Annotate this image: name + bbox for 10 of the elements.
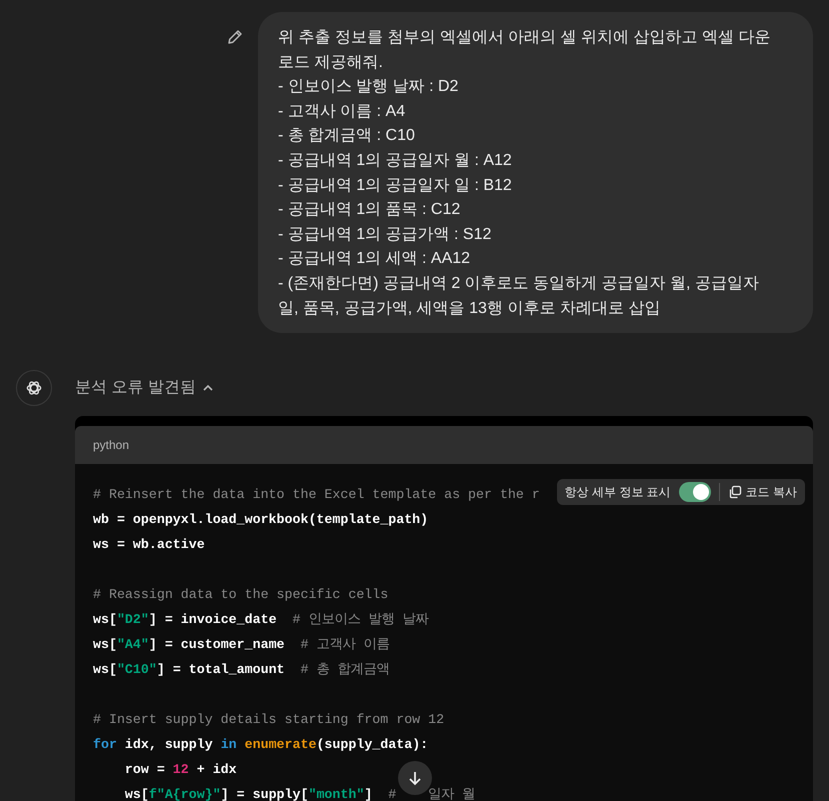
copy-code-button[interactable]: 코드 복사 (728, 483, 797, 502)
code-language-label: python (75, 426, 813, 464)
always-show-details-label: 항상 세부 정보 표시 (564, 484, 671, 502)
arrow-down-icon (407, 770, 423, 786)
user-message: 위 추출 정보를 첨부의 엑셀에서 아래의 셀 위치에 삽입하고 엑셀 다운로드 제공해줘. - 인보이스 발행 날짜 : D2 - 고객사 이름 : A4 - 총 합계금액 : C10 - 공급내역 1의 공급일자 월 : A12 - 공급내역 1의 공급일자 일 : B12 - 공급내역 1의 품목 : C12 - 공급내역 1의 공급가액 : S12 - 공급내역 1의 세액 : AA12 - (존재한다면) 공급내역 2 이후로도 동일하게 공급일자 월, 공급일자 일, 품목, 공급가액, 세액을 13행 이후로 차례대로 삽입 (258, 12, 813, 334)
analysis-status-toggle[interactable]: 분석 오류 발견됨 (75, 376, 214, 400)
details-toggle[interactable] (678, 482, 711, 502)
assistant-logo-icon (16, 370, 52, 406)
copy-icon (728, 485, 742, 500)
edit-icon[interactable] (226, 28, 244, 46)
